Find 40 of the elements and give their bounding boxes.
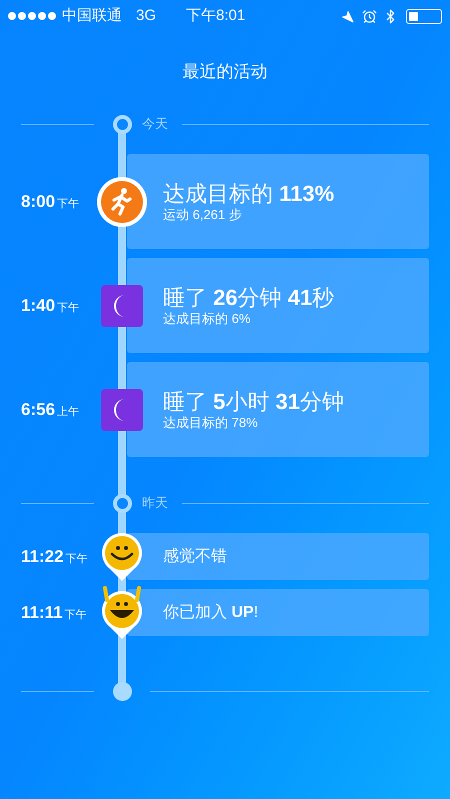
entry-period: 下午 [57, 196, 80, 212]
alarm-icon [362, 8, 377, 24]
battery-icon [406, 8, 442, 24]
entry-period: 下午 [64, 608, 87, 623]
carrier-name: 中国联通 [62, 6, 122, 26]
timeline-node [112, 494, 132, 512]
entry-time: 8:00 [21, 190, 56, 213]
moon-icon [101, 284, 143, 326]
moon-icon [101, 388, 143, 430]
entry-period: 下午 [66, 552, 88, 567]
entry-time: 11:22 [21, 546, 64, 568]
activity-title: 睡了 5小时 31分钟 [163, 389, 345, 415]
activity-card[interactable]: 感觉不错 [127, 533, 429, 580]
smiley-pin-icon [101, 532, 143, 582]
clock: 下午8:01 [186, 6, 246, 26]
activity-subtitle: 达成目标的 6% [163, 311, 252, 326]
activity-card[interactable]: 睡了 26分钟 41秒 达成目标的 6% [127, 258, 429, 353]
day-label: 昨天 [142, 494, 168, 512]
timeline-node [112, 114, 132, 134]
day-label: 今天 [142, 115, 168, 134]
activity-title: 睡了 26分钟 41秒 [163, 285, 336, 311]
activity-card[interactable]: 达成目标的 113% 运动 6,261 步 [127, 154, 429, 249]
entry-period: 下午 [57, 300, 80, 316]
activity-subtitle: 运动 6,261 步 [163, 207, 243, 222]
activity-card[interactable]: 睡了 5小时 31分钟 达成目标的 78% [127, 362, 429, 457]
entry-time: 1:40 [21, 294, 56, 317]
activity-card[interactable]: 你已加入 UP! [127, 589, 429, 636]
network-type: 3G [136, 6, 156, 26]
entry-time: 6:56 [21, 398, 56, 421]
activity-title: 感觉不错 [163, 546, 228, 566]
activity-subtitle: 达成目标的 78% [163, 415, 259, 430]
activity-title: 你已加入 UP! [163, 602, 260, 622]
location-icon [341, 10, 354, 22]
cheering-smiley-pin-icon [101, 586, 143, 640]
entry-period: 上午 [57, 404, 80, 420]
activity-title: 达成目标的 113% [163, 181, 336, 207]
runner-icon [96, 176, 148, 228]
screen-title: 最近的活动 [182, 61, 268, 84]
signal-icon [8, 12, 56, 20]
entry-time: 11:11 [21, 602, 63, 624]
